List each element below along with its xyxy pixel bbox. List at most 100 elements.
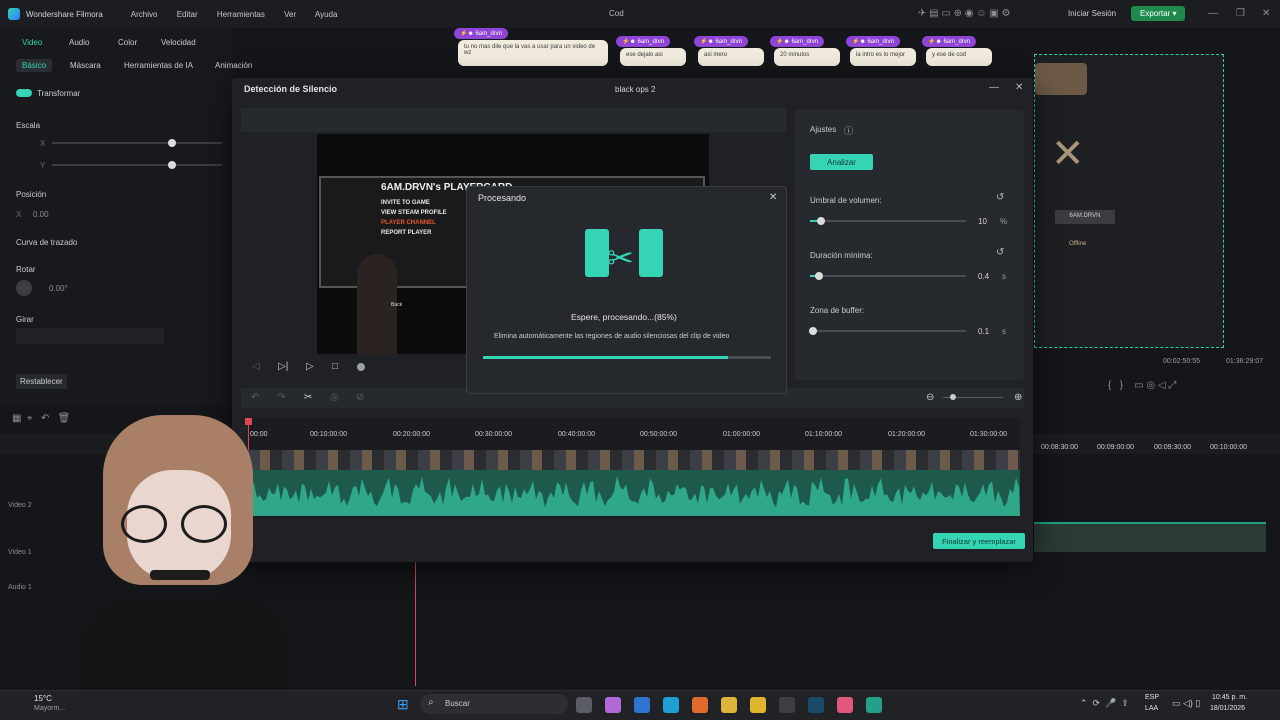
tab-audio[interactable]: Audio [69, 38, 89, 47]
network-volume-icons[interactable]: ▭ ◁) ▯ [1172, 698, 1200, 709]
dialog-minimize-icon[interactable]: — [989, 82, 999, 93]
system-tray-icons[interactable]: ⌃ ⟳ 🎤 ⇪ [1080, 698, 1129, 709]
edge-icon[interactable] [663, 697, 679, 713]
rotate-dial[interactable] [16, 280, 32, 296]
rotate-value[interactable]: 0.00° [49, 284, 68, 293]
maximize-icon[interactable]: ❐ [1236, 8, 1245, 19]
playback-scrubber[interactable] [357, 363, 365, 371]
duration-slider[interactable] [810, 275, 966, 277]
toolbar-icons[interactable]: ✈ ▤ ▭ ⊕ ◉ ☺ ▣ ⚙ [918, 8, 1010, 19]
redo-icon[interactable]: ↷ [277, 392, 285, 403]
dialog-close-icon[interactable]: ✕ [1015, 82, 1023, 93]
store-icon[interactable] [634, 697, 650, 713]
export-button[interactable]: Exportar ▾ [1131, 6, 1186, 21]
scale-x-knob[interactable] [168, 139, 176, 147]
firefox-icon[interactable] [692, 697, 708, 713]
menu-editar[interactable]: Editar [177, 10, 198, 19]
ruler-tick-1: 00:08:30:00 [1041, 444, 1078, 451]
weather-temp[interactable]: 15°C [34, 694, 52, 703]
steam-icon[interactable] [808, 697, 824, 713]
dialog-timeline[interactable]: 00:00 00:10:00:00 00:20:00:00 00:30:00:0… [245, 418, 1020, 518]
chrome-icon[interactable] [721, 697, 737, 713]
tab-video[interactable]: Video [22, 38, 42, 47]
menu-ayuda[interactable]: Ayuda [315, 10, 338, 19]
taskbar-search[interactable]: ⌕ Buscar [420, 694, 568, 714]
ruler-tick-4: 00:10:00:00 [1210, 444, 1247, 451]
position-x-label: X [16, 210, 22, 219]
dialog-video-track[interactable] [248, 450, 1020, 470]
taskview-icon[interactable] [576, 697, 592, 713]
track-label-audio1: Audio 1 [8, 584, 32, 591]
duration-value[interactable]: 0.4 [978, 272, 989, 281]
visibility-icon[interactable]: ◎ [330, 392, 339, 403]
subtab-basico[interactable]: Básico [16, 59, 53, 72]
hide-icon[interactable]: ⊘ [356, 392, 364, 403]
language-region[interactable]: LAA [1145, 705, 1158, 712]
volume-slider-knob[interactable] [816, 217, 825, 225]
player-preview: ✕ 6AM.DRVN Offline [1034, 54, 1224, 348]
windows-start-icon[interactable]: ⊞ [397, 696, 409, 713]
volume-slider[interactable] [810, 220, 966, 222]
subtab-ia[interactable]: Herramientas de IA [124, 61, 193, 70]
close-window-icon[interactable]: ✕ [1262, 8, 1270, 19]
audio-waveform [248, 475, 1020, 516]
copilot-icon[interactable] [605, 697, 621, 713]
buffer-slider-knob[interactable] [809, 327, 818, 335]
menu-herramientas[interactable]: Herramientas [217, 10, 265, 19]
timeline-clip-video[interactable] [1034, 522, 1266, 552]
zoom-out-icon[interactable]: ⊖ [926, 392, 934, 403]
undo-icon[interactable]: ↶ [251, 392, 259, 403]
duration-slider-knob[interactable] [815, 272, 824, 280]
obs-icon[interactable] [779, 697, 795, 713]
scale-y-slider[interactable] [52, 164, 222, 166]
buffer-slider[interactable] [810, 330, 966, 332]
chat-message-6: y ese de cod [926, 48, 992, 66]
help-icon[interactable]: ⓘ [844, 124, 853, 137]
tab-velocidad[interactable]: Velocidad [161, 38, 196, 47]
language-code[interactable]: ESP [1145, 694, 1159, 701]
volume-value[interactable]: 10 [978, 217, 987, 226]
chat-user-3: ⚡☻ 6am_drvn [694, 36, 749, 47]
prev-frame-icon[interactable]: ◁ [252, 361, 260, 372]
reset-button[interactable]: Restablecer [16, 374, 67, 389]
scale-x-slider[interactable] [52, 142, 222, 144]
chat-message-5: la intro es lo mejor [850, 48, 916, 66]
position-x-value[interactable]: 0.00 [33, 210, 49, 219]
preview-controls[interactable]: { } ▭ ◎ ◁ ⤢ [1108, 380, 1176, 391]
play-icon[interactable]: ▷ [306, 361, 314, 372]
explorer-icon[interactable] [750, 697, 766, 713]
subtab-animacion[interactable]: Animación [215, 61, 252, 70]
subtab-mascara[interactable]: Máscara [70, 61, 101, 70]
chat-message-4: 20 minutos [774, 48, 840, 66]
filmora-taskbar-icon[interactable] [866, 697, 882, 713]
zoom-slider-knob[interactable] [950, 394, 956, 400]
app-heart-icon[interactable] [837, 697, 853, 713]
finish-replace-button[interactable]: Finalizar y reemplazar [933, 533, 1025, 549]
dialog-playhead-handle[interactable] [245, 418, 252, 425]
duration-reset-icon[interactable]: ↺ [996, 247, 1004, 258]
signin-link[interactable]: Iniciar Sesión [1068, 9, 1116, 18]
next-frame-icon[interactable]: ▷| [278, 361, 288, 372]
buffer-value[interactable]: 0.1 [978, 327, 989, 336]
clock-time[interactable]: 10:45 p. m. [1212, 694, 1247, 701]
playhead[interactable] [415, 556, 416, 686]
clock-date[interactable]: 18/01/2026 [1210, 705, 1245, 712]
stop-icon[interactable]: □ [332, 361, 338, 372]
tab-color[interactable]: Color [118, 38, 137, 47]
dialog-audio-track[interactable] [248, 470, 1020, 516]
weather-desc[interactable]: Mayorm... [34, 705, 65, 712]
menu-ver[interactable]: Ver [284, 10, 296, 19]
transform-toggle[interactable] [16, 89, 32, 97]
chat-message-2: ese dejalo asi [620, 48, 686, 66]
scale-y-knob[interactable] [168, 161, 176, 169]
processing-close-icon[interactable]: ✕ [769, 192, 777, 203]
menu-archivo[interactable]: Archivo [131, 10, 158, 19]
analyze-button[interactable]: Analizar [810, 154, 873, 170]
flip-buttons[interactable] [16, 328, 164, 344]
timeline-tools[interactable]: ▦ ⌖ ↶ 🗑 [12, 413, 70, 424]
cut-icon[interactable]: ✂ [304, 392, 312, 403]
minimize-icon[interactable]: — [1208, 8, 1218, 19]
zoom-in-icon[interactable]: ⊕ [1014, 392, 1022, 403]
playercard-item-invite: INVITE TO GAME [381, 200, 430, 206]
volume-reset-icon[interactable]: ↺ [996, 192, 1004, 203]
